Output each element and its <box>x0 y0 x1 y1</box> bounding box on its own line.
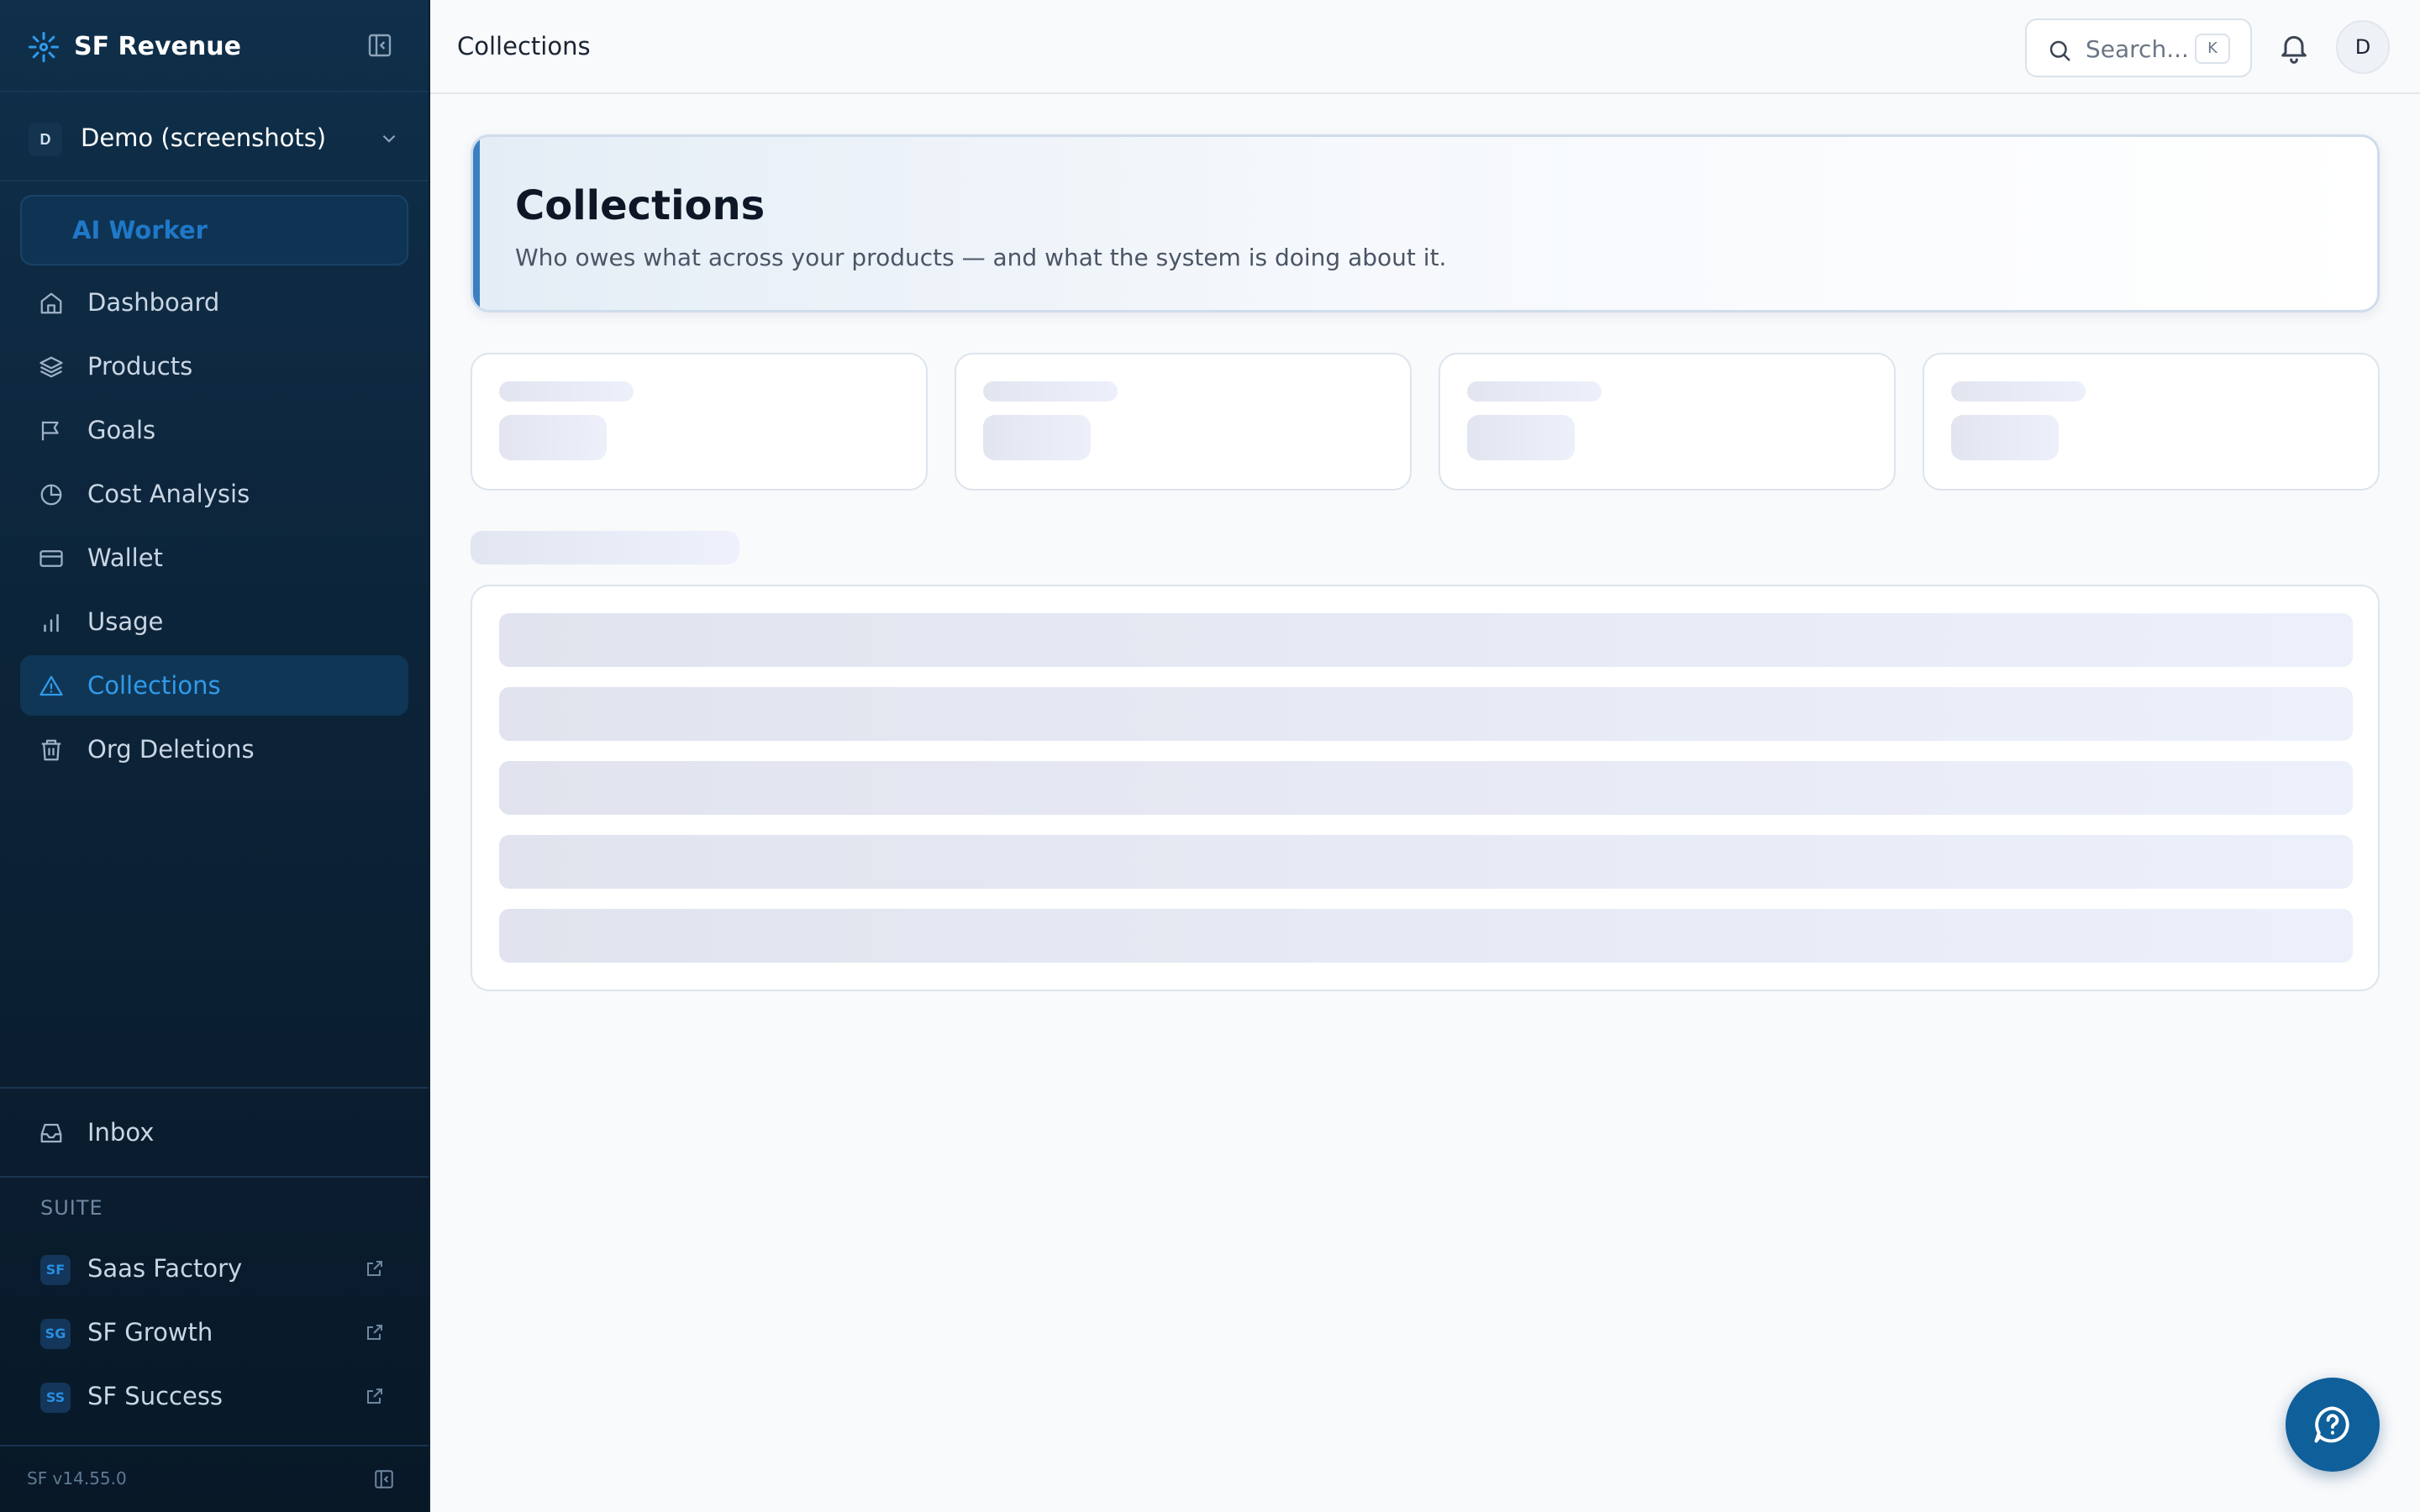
sidebar-item-collections[interactable]: Collections <box>20 655 408 716</box>
credit-card-icon <box>39 550 63 567</box>
brand-row: SF Revenue <box>0 0 429 92</box>
sidebar-item-label: Org Deletions <box>87 735 255 764</box>
stat-card-skeleton <box>1923 353 2380 491</box>
external-link-icon <box>367 1261 382 1276</box>
suite-item-label: SF Growth <box>87 1318 213 1347</box>
external-link-icon <box>367 1325 382 1340</box>
stat-card-skeleton <box>1439 353 1896 491</box>
sidebar-item-wallet[interactable]: Wallet <box>20 528 408 588</box>
sidebar-item-org-deletions[interactable]: Org Deletions <box>20 719 408 780</box>
suite-item-label: SF Success <box>87 1382 224 1410</box>
sidebar-item-label: Dashboard <box>87 288 220 317</box>
org-avatar: D <box>29 123 62 156</box>
sidebar-item-label: Collections <box>87 671 221 700</box>
section-heading-skeleton <box>471 531 739 564</box>
app-version: SF v14.55.0 <box>27 1468 127 1488</box>
sidebar-item-usage[interactable]: Usage <box>20 591 408 652</box>
sidebar-divider <box>0 1087 429 1089</box>
hero-accent-bar <box>473 137 480 310</box>
org-name: Demo (screenshots) <box>81 123 327 152</box>
sidebar-item-label: Wallet <box>87 543 163 572</box>
chevron-down-icon[interactable] <box>378 128 400 150</box>
top-header: Collections Search... K D <box>430 0 2420 94</box>
skeleton-row <box>499 909 2353 963</box>
bar-chart-icon <box>44 614 59 633</box>
header-title: Collections <box>457 32 591 60</box>
skeleton-label <box>983 381 1118 402</box>
sidebar-item-goals[interactable]: Goals <box>20 400 408 460</box>
sidebar-item-products[interactable]: Products <box>20 336 408 396</box>
skeleton-value <box>983 415 1091 460</box>
suite-badge: SS <box>40 1383 71 1413</box>
suite-item-sf-success[interactable]: SS SF Success <box>20 1366 408 1426</box>
skeleton-row <box>499 761 2353 815</box>
sidebar-item-label: Usage <box>87 607 164 636</box>
brand-name: SF Revenue <box>74 32 241 61</box>
suite-badge: SF <box>40 1255 71 1285</box>
help-chat-icon <box>2314 1406 2349 1443</box>
sidebar-item-label: Products <box>87 352 193 381</box>
search-button[interactable]: Search... K <box>2025 18 2252 77</box>
sidebar-item-label: Goals <box>87 416 156 444</box>
sidebar-item-inbox[interactable]: Inbox <box>20 1102 408 1163</box>
table-skeleton <box>471 585 2380 991</box>
sidebar-item-label: Inbox <box>87 1118 155 1147</box>
skeleton-label <box>499 381 634 402</box>
suite-item-saas-factory[interactable]: SF Saas Factory <box>20 1238 408 1299</box>
pie-chart-icon <box>40 484 62 506</box>
sidebar-item-dashboard[interactable]: Dashboard <box>20 272 408 333</box>
sidebar-item-label: Cost Analysis <box>87 480 250 508</box>
sidebar-toggle-icon[interactable] <box>373 1468 395 1490</box>
skeleton-value <box>1951 415 2059 460</box>
skeleton-label <box>1951 381 2086 402</box>
layers-icon <box>39 356 63 378</box>
skeleton-row <box>499 835 2353 889</box>
bell-icon[interactable] <box>2277 30 2311 64</box>
inbox-icon <box>40 1123 62 1143</box>
search-shortcut: K <box>2195 34 2230 64</box>
user-avatar[interactable]: D <box>2336 20 2390 74</box>
suite-item-sf-growth[interactable]: SG SF Growth <box>20 1302 408 1362</box>
suite-badge: SG <box>40 1319 71 1349</box>
skeleton-row <box>499 613 2353 667</box>
stat-card-skeleton <box>955 353 1412 491</box>
ai-worker-button[interactable]: AI Worker <box>20 195 408 265</box>
skeleton-row <box>499 687 2353 741</box>
skeleton-value <box>1467 415 1575 460</box>
search-icon <box>2049 40 2070 61</box>
collapse-sidebar-icon[interactable] <box>366 32 393 59</box>
skeleton-label <box>1467 381 1602 402</box>
sidebar-item-cost-analysis[interactable]: Cost Analysis <box>20 464 408 524</box>
stat-card-skeleton <box>471 353 928 491</box>
page-title: Collections <box>515 182 765 229</box>
home-icon <box>40 292 62 314</box>
page-hero: Collections Who owes what across your pr… <box>471 134 2380 312</box>
suite-label: SUITE <box>40 1196 103 1220</box>
trash-icon <box>41 739 61 761</box>
search-placeholder: Search... <box>2086 35 2189 63</box>
sidebar: SF Revenue D Demo (screenshots) AI Worke… <box>0 0 430 1512</box>
flag-icon <box>41 421 59 441</box>
sidebar-divider <box>0 1445 429 1446</box>
help-chat-button[interactable] <box>2286 1378 2380 1472</box>
external-link-icon <box>367 1389 382 1404</box>
page-subtitle: Who owes what across your products — and… <box>515 244 1447 271</box>
sidebar-divider <box>0 1176 429 1178</box>
atom-logo-icon <box>28 31 60 63</box>
suite-item-label: Saas Factory <box>87 1254 243 1283</box>
alert-triangle-icon <box>39 675 63 696</box>
skeleton-value <box>499 415 607 460</box>
